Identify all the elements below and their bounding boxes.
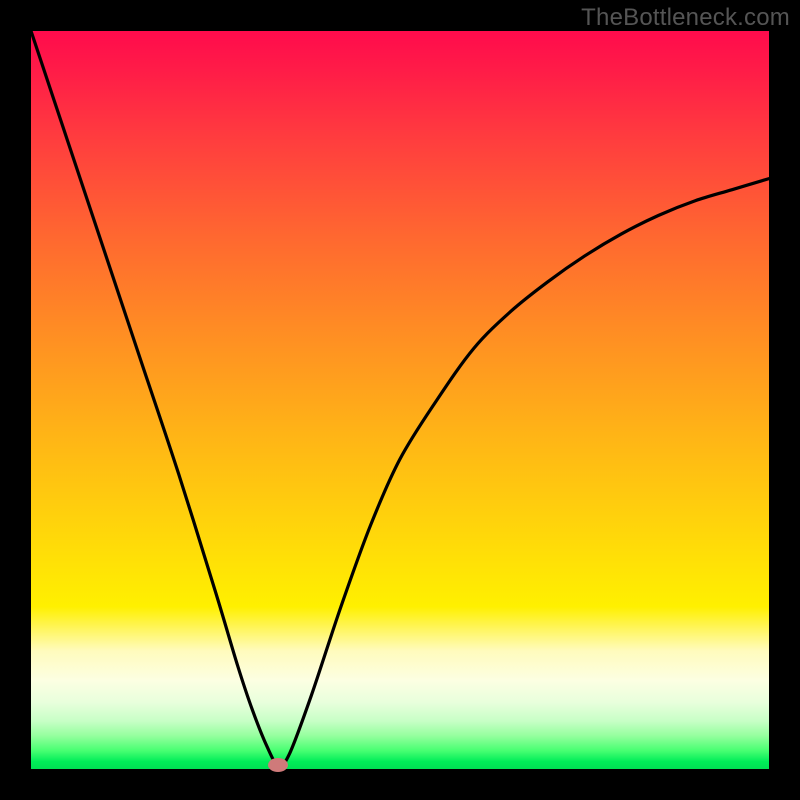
watermark-text: TheBottleneck.com bbox=[581, 4, 790, 32]
optimal-point-marker bbox=[268, 758, 288, 772]
bottleneck-curve bbox=[31, 31, 769, 769]
